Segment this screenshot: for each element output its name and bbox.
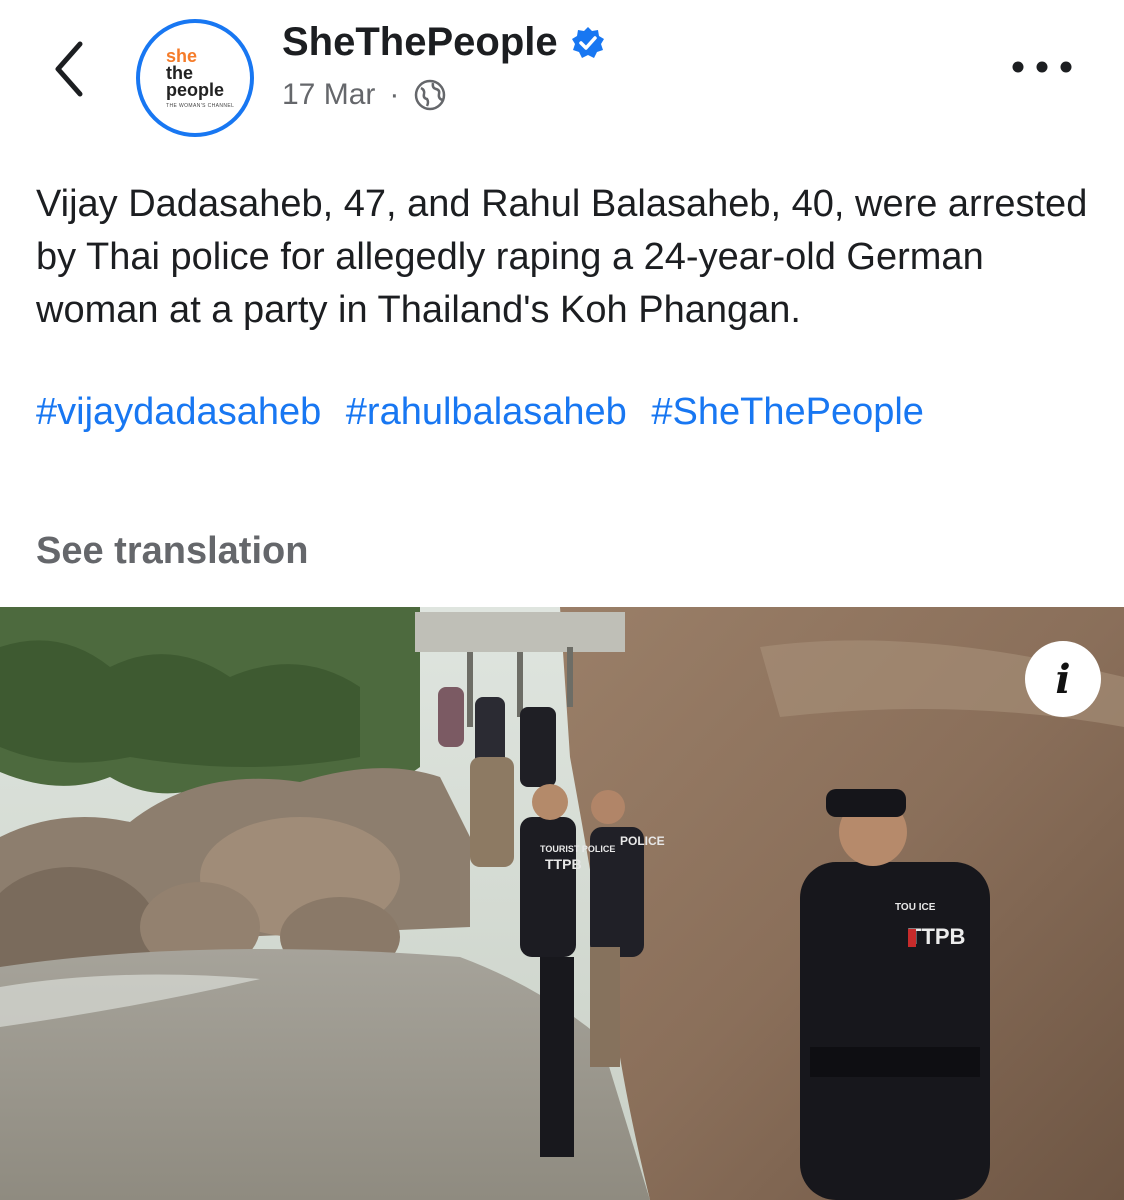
avatar-line-people: people	[166, 79, 225, 100]
post-text: Vijay Dadasaheb, 47, and Rahul Balasaheb…	[36, 183, 1088, 331]
vest-text-ttpb-small: TTPB	[545, 856, 582, 872]
globe-icon	[415, 79, 446, 111]
meta-separator: ·	[389, 78, 400, 111]
hashtag-link[interactable]: #vijaydadasaheb	[36, 391, 321, 433]
hashtag-list: #vijaydadasaheb #rahulbalasaheb #SheTheP…	[36, 386, 938, 439]
hashtag-link[interactable]: #rahulbalasaheb	[346, 391, 627, 433]
avatar-line-she: she	[166, 45, 198, 66]
vest-text-tourist-police: TOURIST POLICE	[540, 844, 615, 854]
avatar-line-the: the	[166, 62, 193, 83]
vest-text-ttpb-large: TTPB	[908, 924, 965, 949]
hashtag-link[interactable]: #SheThePeople	[651, 391, 924, 433]
vest-text-tourist-police-large: TOU ICE	[895, 902, 936, 913]
back-chevron-icon[interactable]	[46, 34, 96, 104]
more-options-icon[interactable]	[1010, 56, 1074, 78]
photo-info-button[interactable]: i	[1025, 641, 1101, 717]
page-name[interactable]: SheThePeople	[282, 20, 558, 65]
post-photo[interactable]: TOURIST POLICE TTPB POLICE TOU ICE TTPB	[0, 607, 1124, 1200]
vest-text-police: POLICE	[620, 834, 665, 848]
see-translation-link[interactable]: See translation	[36, 530, 308, 573]
page-avatar[interactable]: she the people THE WOMAN'S CHANNEL	[136, 19, 254, 137]
post-date[interactable]: 17 Mar	[282, 78, 375, 112]
verified-badge-icon	[571, 26, 604, 58]
page-name-row: SheThePeople	[282, 20, 606, 65]
post-meta: 17 Mar ·	[282, 78, 447, 112]
avatar-tagline: THE WOMAN'S CHANNEL	[166, 102, 235, 109]
